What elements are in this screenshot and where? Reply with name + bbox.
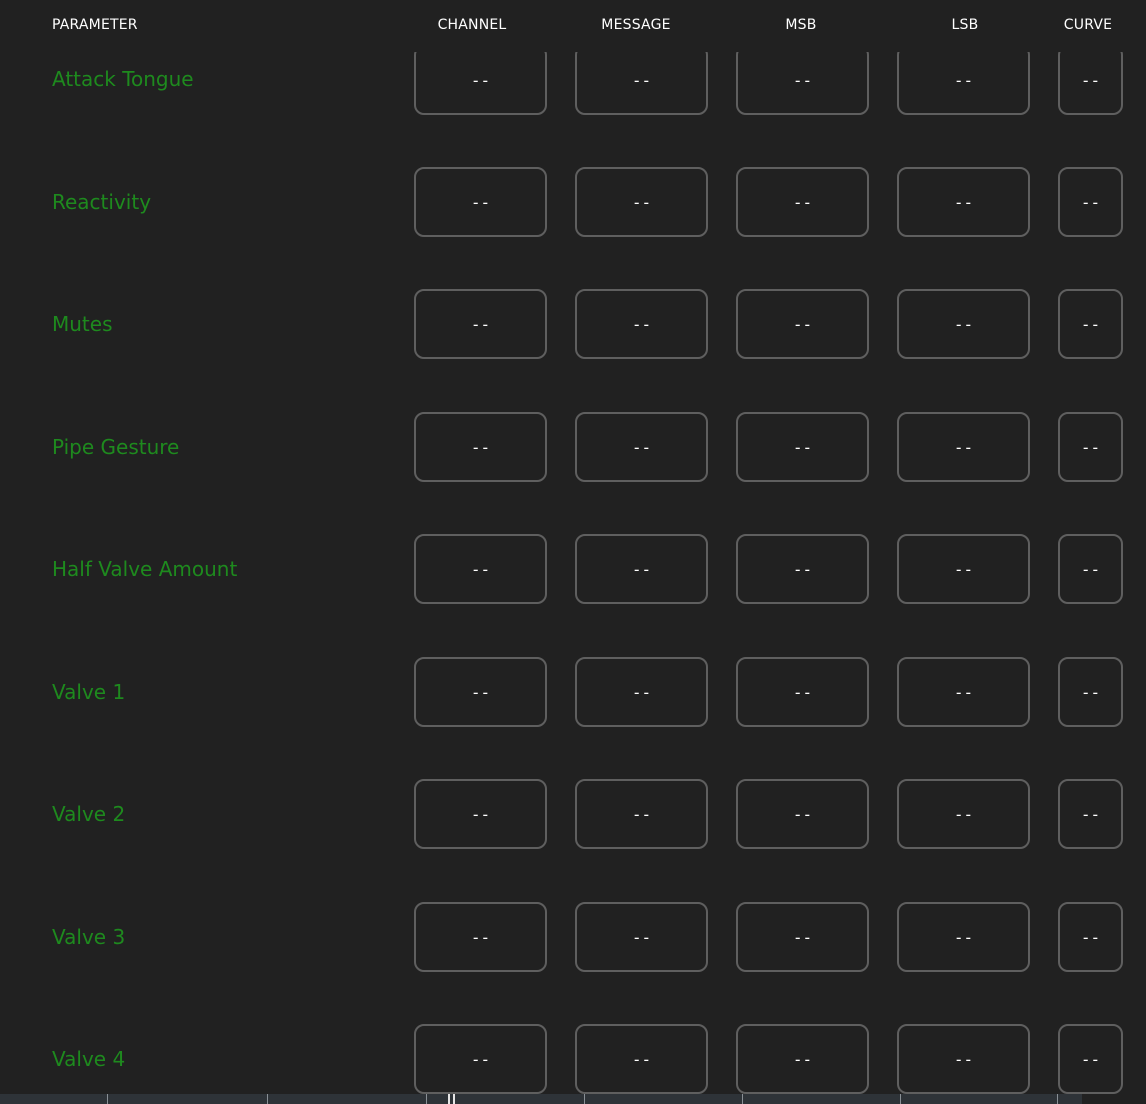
curve-field[interactable]: -- xyxy=(1058,167,1123,237)
parameter-label: Pipe Gesture xyxy=(52,435,180,459)
channel-field[interactable]: -- xyxy=(414,779,547,849)
curve-field[interactable]: -- xyxy=(1058,289,1123,359)
msb-field[interactable]: -- xyxy=(736,167,869,237)
parameter-label: Valve 2 xyxy=(52,802,126,826)
bar-handle[interactable] xyxy=(448,1094,450,1104)
msb-field[interactable]: -- xyxy=(736,902,869,972)
table-row: Half Valve Amount -- -- -- -- -- xyxy=(0,534,1146,604)
lsb-field[interactable]: -- xyxy=(897,534,1030,604)
message-field[interactable]: -- xyxy=(575,45,708,115)
bar-handle[interactable] xyxy=(453,1094,455,1104)
lsb-field[interactable]: -- xyxy=(897,902,1030,972)
column-header-lsb: LSB xyxy=(951,17,979,33)
parameter-rows[interactable]: Attack Tongue -- -- -- -- -- Reactivity … xyxy=(0,0,1146,1094)
message-field[interactable]: -- xyxy=(575,1024,708,1094)
channel-field[interactable]: -- xyxy=(414,902,547,972)
channel-field[interactable]: -- xyxy=(414,657,547,727)
curve-field[interactable]: -- xyxy=(1058,657,1123,727)
bottom-timeline-bar[interactable] xyxy=(0,1094,1082,1104)
lsb-field[interactable]: -- xyxy=(897,657,1030,727)
message-field[interactable]: -- xyxy=(575,902,708,972)
table-row: Reactivity -- -- -- -- -- xyxy=(0,167,1146,237)
table-header: PARAMETER CHANNEL MESSAGE MSB LSB CURVE xyxy=(0,0,1146,52)
table-row: Mutes -- -- -- -- -- xyxy=(0,289,1146,359)
column-header-curve: CURVE xyxy=(1063,17,1113,33)
msb-field[interactable]: -- xyxy=(736,289,869,359)
msb-field[interactable]: -- xyxy=(736,45,869,115)
curve-field[interactable]: -- xyxy=(1058,902,1123,972)
channel-field[interactable]: -- xyxy=(414,289,547,359)
channel-field[interactable]: -- xyxy=(414,167,547,237)
msb-field[interactable]: -- xyxy=(736,779,869,849)
parameter-label: Attack Tongue xyxy=(52,67,194,91)
table-row: Valve 2 -- -- -- -- -- xyxy=(0,779,1146,849)
curve-field[interactable]: -- xyxy=(1058,534,1123,604)
channel-field[interactable]: -- xyxy=(414,45,547,115)
column-header-message: MESSAGE xyxy=(601,17,671,33)
msb-field[interactable]: -- xyxy=(736,534,869,604)
table-row: Attack Tongue -- -- -- -- -- xyxy=(0,45,1146,115)
msb-field[interactable]: -- xyxy=(736,1024,869,1094)
channel-field[interactable]: -- xyxy=(414,1024,547,1094)
lsb-field[interactable]: -- xyxy=(897,412,1030,482)
bar-tick xyxy=(584,1094,585,1104)
table-row: Valve 1 -- -- -- -- -- xyxy=(0,657,1146,727)
parameter-label: Valve 3 xyxy=(52,925,126,949)
parameter-label: Reactivity xyxy=(52,190,152,214)
lsb-field[interactable]: -- xyxy=(897,779,1030,849)
bar-tick xyxy=(742,1094,743,1104)
lsb-field[interactable]: -- xyxy=(897,289,1030,359)
bar-tick xyxy=(1057,1094,1058,1104)
lsb-field[interactable]: -- xyxy=(897,1024,1030,1094)
parameter-label: Mutes xyxy=(52,312,113,336)
msb-field[interactable]: -- xyxy=(736,657,869,727)
parameter-label: Half Valve Amount xyxy=(52,557,238,581)
msb-field[interactable]: -- xyxy=(736,412,869,482)
curve-field[interactable]: -- xyxy=(1058,779,1123,849)
table-row: Valve 3 -- -- -- -- -- xyxy=(0,902,1146,972)
message-field[interactable]: -- xyxy=(575,657,708,727)
message-field[interactable]: -- xyxy=(575,412,708,482)
message-field[interactable]: -- xyxy=(575,289,708,359)
column-header-parameter: PARAMETER xyxy=(52,17,138,33)
parameter-label: Valve 1 xyxy=(52,680,126,704)
curve-field[interactable]: -- xyxy=(1058,45,1123,115)
bar-tick xyxy=(267,1094,268,1104)
bottom-bar-corner xyxy=(1082,1094,1146,1104)
table-row: Valve 4 -- -- -- -- -- xyxy=(0,1024,1146,1094)
column-header-msb: MSB xyxy=(785,17,817,33)
bar-tick xyxy=(426,1094,427,1104)
column-header-channel: CHANNEL xyxy=(437,17,507,33)
curve-field[interactable]: -- xyxy=(1058,1024,1123,1094)
bar-tick xyxy=(107,1094,108,1104)
curve-field[interactable]: -- xyxy=(1058,412,1123,482)
table-row: Pipe Gesture -- -- -- -- -- xyxy=(0,412,1146,482)
parameter-label: Valve 4 xyxy=(52,1047,126,1071)
channel-field[interactable]: -- xyxy=(414,412,547,482)
message-field[interactable]: -- xyxy=(575,779,708,849)
lsb-field[interactable]: -- xyxy=(897,45,1030,115)
message-field[interactable]: -- xyxy=(575,167,708,237)
bar-tick xyxy=(900,1094,901,1104)
channel-field[interactable]: -- xyxy=(414,534,547,604)
message-field[interactable]: -- xyxy=(575,534,708,604)
midi-mapping-panel: Attack Tongue -- -- -- -- -- Reactivity … xyxy=(0,0,1146,1104)
lsb-field[interactable]: -- xyxy=(897,167,1030,237)
